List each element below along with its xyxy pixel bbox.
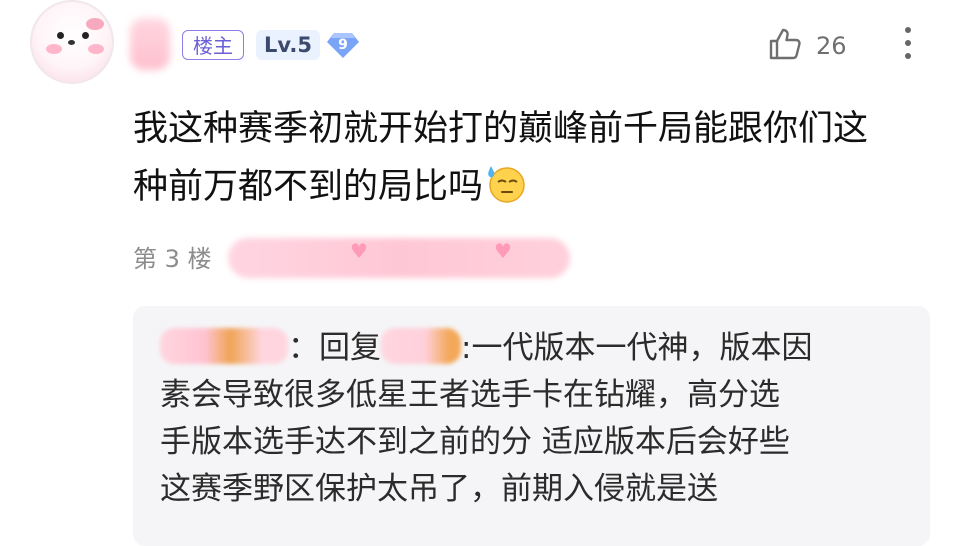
- level-badge: Lv.5: [256, 30, 320, 60]
- level-gem-number: 9: [338, 37, 348, 53]
- post-content-line: 我这种赛季初就开始打的巅峰前千局能跟你们这: [133, 109, 869, 149]
- reply-line: 这赛季野区保护太吊了，前期入侵就是送: [160, 471, 718, 507]
- heart-icon: ♥: [494, 239, 512, 263]
- more-vertical-icon[interactable]: [901, 24, 915, 64]
- diamond-level-icon: 9: [325, 30, 361, 60]
- reply-user-blurred[interactable]: [160, 328, 288, 364]
- replied-user-blurred[interactable]: [381, 328, 461, 364]
- reply-line: 手版本选手达不到之前的分 适应版本后会好些: [160, 424, 790, 460]
- heart-icon: ♥: [350, 239, 368, 263]
- post-content: 我这种赛季初就开始打的巅峰前千局能跟你们这 种前万都不到的局比吗: [133, 100, 938, 216]
- timestamp-blurred: [228, 238, 570, 278]
- floor-label: 第 3 楼: [133, 245, 212, 273]
- reply-line: 素会导致很多低星王者选手卡在钻耀，高分选: [160, 377, 780, 413]
- avatar-ear: [86, 18, 104, 30]
- sweat-emoji-icon: [488, 166, 525, 203]
- like-count: 26: [816, 32, 847, 60]
- author-badge: 楼主: [182, 30, 244, 60]
- thumbs-up-icon[interactable]: [767, 26, 803, 62]
- reply-preview-text: ：回复:一代版本一代神，版本因 素会导致很多低星王者选手卡在钻耀，高分选 手版本…: [160, 325, 905, 513]
- username-blurred[interactable]: [130, 18, 170, 70]
- avatar[interactable]: [30, 0, 114, 84]
- reply-line: ：回复:一代版本一代神，版本因: [160, 325, 905, 372]
- post-content-line: 种前万都不到的局比吗: [133, 158, 938, 216]
